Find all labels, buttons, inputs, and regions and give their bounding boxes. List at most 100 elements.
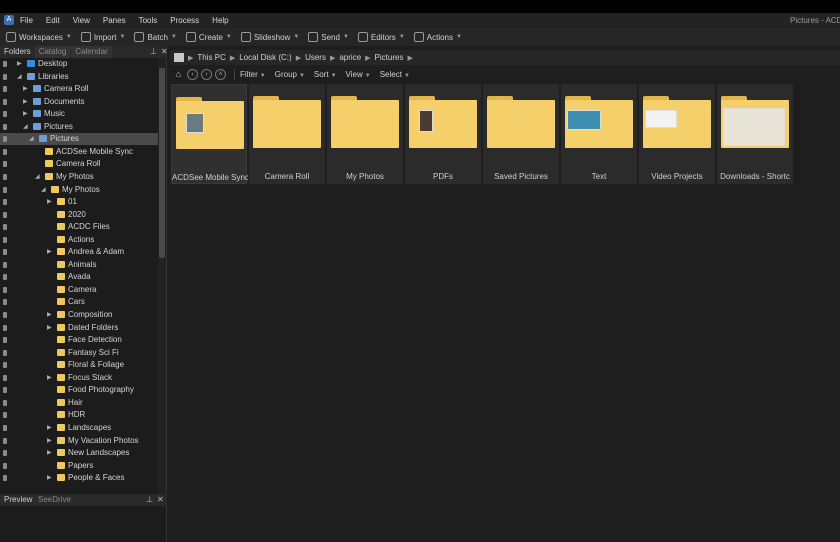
pin-icon[interactable]	[3, 450, 7, 457]
pin-icon[interactable]	[3, 136, 7, 143]
tree-item[interactable]: Food Photography	[0, 384, 158, 396]
preview-pin-icon[interactable]: ⊥	[146, 494, 153, 506]
tree-item[interactable]: Hair	[0, 397, 158, 409]
breadcrumb-separator-icon[interactable]: ▶	[330, 54, 335, 62]
tree-item[interactable]: ▶ 01	[0, 196, 158, 208]
tree-item[interactable]: ▶ Music	[0, 108, 158, 120]
tree-item[interactable]: ▶ New Landscapes	[0, 447, 158, 459]
breadcrumb-item[interactable]: Users	[305, 53, 326, 62]
pin-icon[interactable]	[3, 374, 7, 381]
breadcrumb-separator-icon[interactable]: ▶	[188, 54, 193, 62]
pin-icon[interactable]	[3, 236, 7, 243]
sort-menu[interactable]: Sort ▼	[314, 70, 337, 79]
pin-icon[interactable]	[3, 111, 7, 118]
pin-icon[interactable]	[3, 299, 7, 306]
workspaces-button[interactable]: Workspaces ▼	[6, 32, 72, 42]
tree-item[interactable]: HDR	[0, 409, 158, 421]
expand-arrow-icon[interactable]: ▶	[47, 447, 52, 459]
menu-tools[interactable]: Tools	[139, 16, 158, 25]
tab-preview[interactable]: Preview	[4, 494, 32, 506]
tree-item[interactable]: ◢ Libraries	[0, 71, 158, 83]
pin-icon[interactable]	[3, 199, 7, 206]
tree-item[interactable]: ◢ My Photos	[0, 171, 158, 183]
expand-arrow-icon[interactable]: ▶	[47, 309, 52, 321]
breadcrumb-item[interactable]: This PC	[197, 53, 225, 62]
tree-scrollbar[interactable]	[158, 58, 166, 494]
tree-item[interactable]: ▶ Focus Stack	[0, 372, 158, 384]
up-icon[interactable]: ˄	[215, 69, 226, 80]
pin-icon[interactable]	[3, 437, 7, 444]
group-menu[interactable]: Group ▼	[275, 70, 305, 79]
tree-item[interactable]: ◢ Pictures	[0, 133, 158, 146]
pin-icon[interactable]	[3, 61, 7, 67]
app-logo-icon[interactable]: A	[4, 15, 14, 25]
tree-item[interactable]: ▶ Andrea & Adam	[0, 246, 158, 258]
pin-icon[interactable]	[3, 475, 7, 482]
menu-file[interactable]: File	[20, 16, 33, 25]
expand-arrow-icon[interactable]: ◢	[17, 71, 22, 83]
breadcrumb-separator-icon[interactable]: ▶	[296, 54, 301, 62]
actions-button[interactable]: Actions ▼	[413, 32, 462, 42]
pin-icon[interactable]	[3, 261, 7, 268]
tree-item[interactable]: Cars	[0, 296, 158, 308]
menu-help[interactable]: Help	[212, 16, 228, 25]
expand-arrow-icon[interactable]: ▶	[47, 435, 52, 447]
tree-item[interactable]: ◢ Pictures	[0, 121, 158, 133]
breadcrumb-separator-icon[interactable]: ▶	[365, 54, 370, 62]
pin-icon[interactable]	[3, 286, 7, 293]
select-menu[interactable]: Select ▼	[380, 70, 410, 79]
tree-item[interactable]: 2020	[0, 209, 158, 221]
tree-item[interactable]: ▶ Landscapes	[0, 422, 158, 434]
tab-calendar[interactable]: Calendar	[71, 46, 112, 58]
tree-item[interactable]: ▶ Composition	[0, 309, 158, 321]
pin-icon[interactable]	[3, 274, 7, 281]
expand-arrow-icon[interactable]: ▶	[47, 472, 52, 484]
tab-folders[interactable]: Folders	[0, 46, 35, 58]
view-menu[interactable]: View ▼	[346, 70, 371, 79]
tree-item[interactable]: ▶ My Vacation Photos	[0, 435, 158, 447]
expand-arrow-icon[interactable]: ▶	[17, 58, 22, 70]
tree-item[interactable]: ▶ Documents	[0, 96, 158, 108]
pin-icon[interactable]	[3, 86, 7, 93]
pin-icon[interactable]	[3, 211, 7, 218]
pin-icon[interactable]	[3, 161, 7, 168]
pin-icon[interactable]	[3, 249, 7, 256]
scroll-thumb[interactable]	[159, 68, 165, 258]
pin-icon[interactable]	[3, 324, 7, 331]
pin-icon[interactable]	[3, 387, 7, 394]
tree-item[interactable]: Camera Roll	[0, 158, 158, 170]
tree-item[interactable]: Fantasy Sci Fi	[0, 347, 158, 359]
pin-icon[interactable]	[3, 224, 7, 231]
tree-item[interactable]: Floral & Foliage	[0, 359, 158, 371]
expand-arrow-icon[interactable]: ▶	[47, 422, 52, 434]
pin-icon[interactable]	[3, 462, 7, 469]
menu-view[interactable]: View	[73, 16, 90, 25]
menu-edit[interactable]: Edit	[46, 16, 60, 25]
expand-arrow-icon[interactable]: ◢	[23, 121, 28, 133]
tree-item[interactable]: ◢ My Photos	[0, 184, 158, 196]
tree-item[interactable]: ▶ People & Faces	[0, 472, 158, 484]
slideshow-button[interactable]: Slideshow ▼	[240, 32, 299, 42]
pin-icon[interactable]	[3, 399, 7, 406]
folder-tile[interactable]: My Photos	[327, 84, 403, 184]
tree-item[interactable]: Avada	[0, 271, 158, 283]
pin-icon[interactable]	[3, 412, 7, 419]
expand-arrow-icon[interactable]: ▶	[47, 372, 52, 384]
batch-button[interactable]: Batch ▼	[134, 32, 177, 42]
pin-icon[interactable]	[3, 173, 7, 180]
expand-arrow-icon[interactable]: ◢	[29, 133, 34, 145]
tab-seedrive[interactable]: SeeDrive	[38, 494, 71, 506]
folder-tile[interactable]: Camera Roll	[249, 84, 325, 184]
pin-icon[interactable]	[3, 98, 7, 105]
filter-menu[interactable]: Filter ▼	[240, 70, 266, 79]
expand-arrow-icon[interactable]: ▶	[47, 322, 52, 334]
expand-arrow-icon[interactable]: ◢	[41, 184, 46, 196]
tree-item[interactable]: Face Detection	[0, 334, 158, 346]
pin-icon[interactable]	[3, 123, 7, 130]
folder-tile[interactable]: Text	[561, 84, 637, 184]
expand-arrow-icon[interactable]: ▶	[47, 196, 52, 208]
address-bar[interactable]: ▶ This PC ▶ Local Disk (C:) ▶ Users ▶ aprice ▶ Pi…	[170, 50, 840, 65]
pin-icon[interactable]	[3, 349, 7, 356]
expand-arrow-icon[interactable]: ▶	[23, 96, 28, 108]
tab-catalog[interactable]: Catalog	[34, 46, 71, 58]
